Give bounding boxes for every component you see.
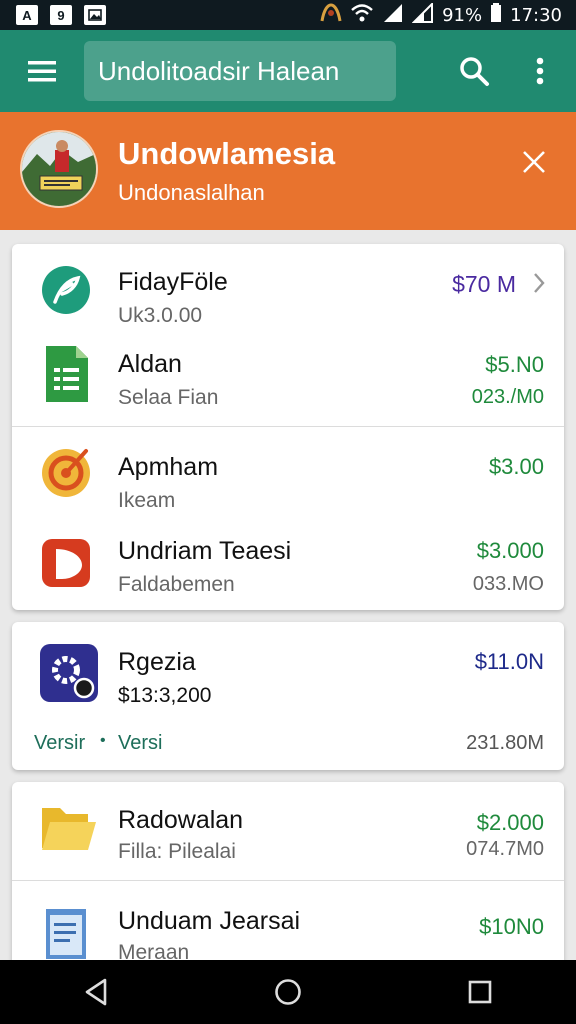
version-label[interactable]: Versi	[118, 732, 162, 755]
item-size: 023./M0	[471, 386, 544, 408]
item-size: 231.80M	[466, 732, 544, 754]
list-item[interactable]: Unduam Jearsai Meraan $10N0	[12, 881, 564, 972]
back-icon	[85, 978, 107, 1006]
signal-icon-2	[411, 1, 434, 28]
version-link[interactable]: Versir	[34, 732, 85, 755]
menu-button[interactable]	[0, 30, 84, 112]
battery-icon	[490, 2, 502, 28]
item-size: 033.MO	[472, 573, 544, 595]
settings-icon	[38, 642, 98, 702]
search-input[interactable]: Undolitoadsir Halean	[84, 41, 396, 101]
list-item[interactable]: Rgezia $13:3,200 $11.0N	[12, 622, 564, 722]
navigation-bar	[0, 960, 576, 1024]
more-vert-icon	[536, 57, 544, 85]
app-bar: Undolitoadsir Halean	[0, 30, 576, 112]
item-price: $10N0	[479, 914, 544, 939]
clock: 17:30	[510, 4, 562, 26]
item-subtitle: Uk3.0.00	[118, 304, 203, 327]
list-item[interactable]: Undriam Teaesi Faldabemen $3.000 033.MO	[12, 511, 564, 610]
item-subtitle: Ikeam	[118, 489, 176, 512]
more-options-button[interactable]	[512, 30, 568, 112]
app-card: Radowalan Filla: Pilealai $2.000 074.7M0…	[12, 782, 564, 972]
app-card: Rgezia $13:3,200 $11.0N Versir • Versi 2…	[12, 622, 564, 770]
list-item[interactable]: Aldan Selaa Fian $5.N0 023./M0	[12, 330, 564, 426]
close-button[interactable]	[512, 140, 556, 184]
item-title: Aldan	[118, 350, 182, 378]
play-icon	[38, 535, 94, 591]
item-price: $2.000	[476, 810, 544, 835]
recents-icon	[468, 980, 492, 1004]
list-item[interactable]: FidayFöle Uk3.0.00 $70 M	[12, 244, 564, 330]
notification-icon-9: 9	[50, 5, 72, 25]
flag-icon	[320, 2, 342, 28]
menu-icon	[28, 61, 56, 82]
recents-button[interactable]	[448, 960, 512, 1024]
avatar[interactable]	[20, 130, 98, 208]
close-icon	[523, 151, 545, 173]
banner-subtitle: Undonaslalhan	[118, 180, 265, 205]
feather-icon	[38, 262, 94, 318]
list-item[interactable]: Radowalan Filla: Pilealai $2.000 074.7M0	[12, 782, 564, 880]
item-subtitle: $13:3,200	[118, 684, 212, 707]
item-title: Radowalan	[118, 806, 244, 834]
item-subtitle: Selaa Fian	[118, 386, 219, 409]
spreadsheet-icon	[38, 344, 94, 402]
chevron-right-icon[interactable]	[532, 272, 546, 299]
item-price: $3.000	[476, 538, 544, 563]
app-card: FidayFöle Uk3.0.00 $70 M Aldan Selaa Fia…	[12, 244, 564, 610]
document-icon	[38, 905, 94, 961]
item-title: FidayFöle	[118, 268, 228, 296]
item-title: Rgezia	[118, 648, 196, 676]
item-title: Unduam Jearsai	[118, 907, 301, 935]
item-title: Apmham	[118, 453, 219, 481]
item-title: Undriam Teaesi	[118, 537, 292, 565]
card-footer: Versir • Versi 231.80M	[12, 722, 564, 770]
search-button[interactable]	[446, 30, 502, 112]
home-icon	[275, 979, 301, 1005]
list-item[interactable]: Apmham Ikeam $3.00	[12, 427, 564, 512]
target-icon	[38, 443, 94, 499]
back-button[interactable]	[64, 960, 128, 1024]
status-bar: A 9 91% 17:30	[0, 0, 576, 30]
item-subtitle: Filla: Pilealai	[118, 840, 236, 863]
item-size: 074.7M0	[466, 838, 544, 860]
notification-icon-a: A	[16, 5, 38, 25]
banner-title: Undowlamesia	[118, 136, 336, 171]
battery-percent: 91%	[442, 4, 483, 26]
separator-dot: •	[100, 732, 106, 749]
item-price: $11.0N	[474, 649, 544, 674]
search-icon	[460, 57, 489, 86]
account-banner: Undowlamesia Undonaslalhan	[0, 112, 576, 230]
item-price: $5.N0	[485, 352, 544, 377]
item-price: $70 M	[452, 271, 516, 297]
folder-icon	[38, 800, 96, 856]
item-subtitle: Faldabemen	[118, 573, 235, 596]
item-price: $3.00	[488, 454, 544, 479]
signal-icon	[382, 3, 404, 28]
image-notification-icon	[84, 5, 106, 25]
home-button[interactable]	[256, 960, 320, 1024]
wifi-icon	[350, 3, 374, 28]
